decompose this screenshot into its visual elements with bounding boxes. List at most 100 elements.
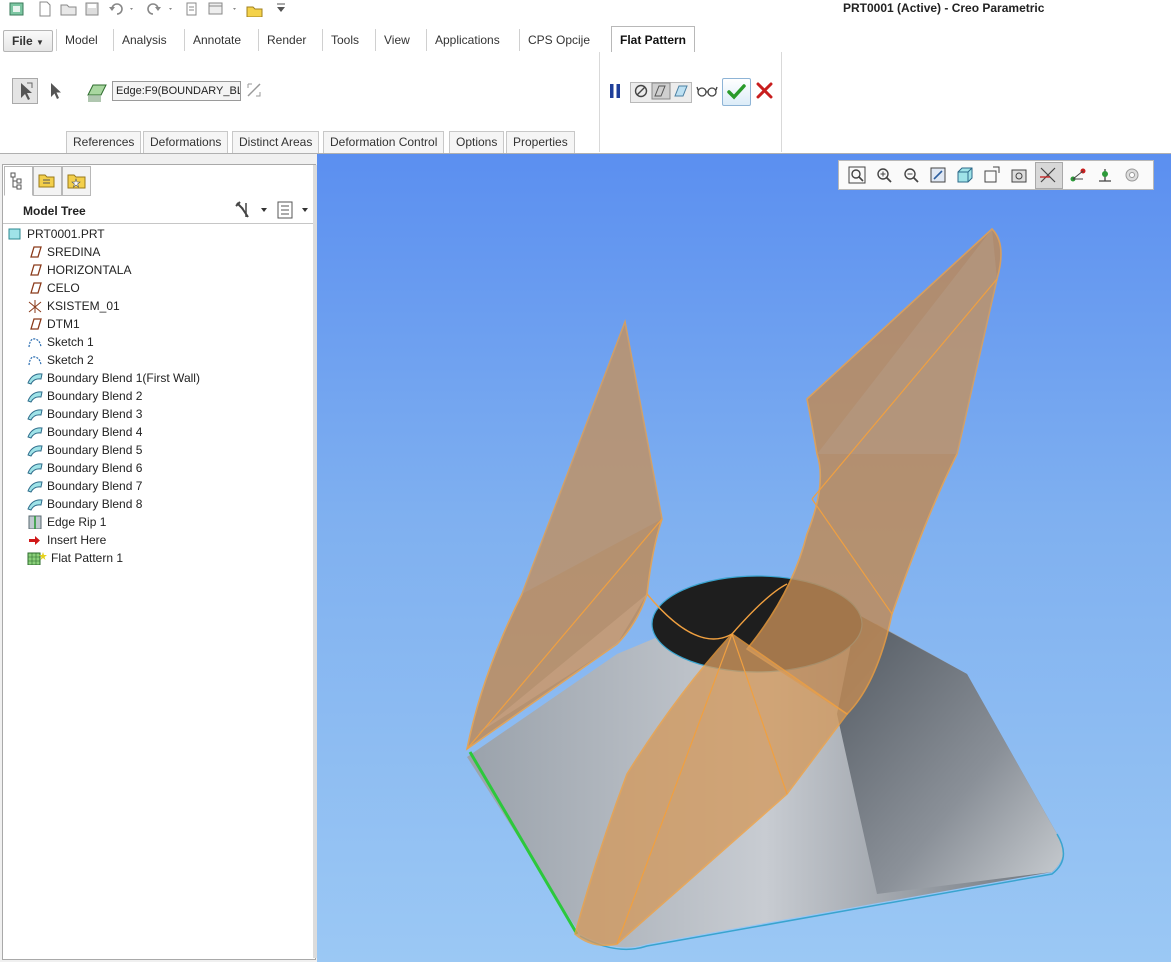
subtab-distinct-areas[interactable]: Distinct Areas	[232, 131, 320, 153]
tab-applications[interactable]: Applications	[426, 29, 508, 51]
model-tree-icon	[10, 172, 22, 190]
tree-item-boundary-blend-3[interactable]: Boundary Blend 3	[27, 405, 142, 423]
redo-icon[interactable]	[144, 1, 174, 17]
tree-item-boundary-blend-5[interactable]: Boundary Blend 5	[27, 441, 142, 459]
tab-model[interactable]: Model	[56, 29, 106, 51]
show-filters-icon[interactable]	[276, 199, 312, 221]
tree-item-label: Boundary Blend 6	[47, 461, 143, 475]
sketch-icon	[28, 338, 42, 347]
zoom-out-icon[interactable]	[901, 165, 921, 185]
tab-view[interactable]: View	[375, 29, 418, 51]
subtab-deformation-control[interactable]: Deformation Control	[323, 131, 445, 153]
flip-direction-icon[interactable]	[244, 80, 266, 102]
tab-annotate[interactable]: Annotate	[184, 29, 249, 51]
tree-item-boundary-blend-2[interactable]: Boundary Blend 2	[27, 387, 142, 405]
tree-item-boundary-blend-6[interactable]: Boundary Blend 6	[27, 459, 142, 477]
tree-item-flat-pattern-1[interactable]: Flat Pattern 1	[27, 549, 123, 567]
tree-item-part[interactable]: PRT0001.PRT	[7, 225, 105, 243]
tree-item-label: CELO	[47, 281, 80, 295]
saved-orientations-icon[interactable]	[982, 165, 1002, 185]
datum-display-filters-icon	[1040, 167, 1056, 183]
title-bar: PRT0001 (Active) - Creo Parametric	[0, 0, 1171, 26]
quick-access-customize-icon[interactable]	[275, 1, 287, 17]
ribbon-separator	[599, 52, 600, 152]
verify-preview-icon[interactable]	[672, 82, 692, 100]
tree-item-edge-rip-1[interactable]: Edge Rip 1	[27, 513, 106, 531]
cancel-x-icon[interactable]	[754, 80, 776, 102]
tab-folder-browser[interactable]	[33, 166, 62, 196]
tab-cps-opcije[interactable]: CPS Opcije	[519, 29, 598, 51]
subtab-deformations[interactable]: Deformations	[143, 131, 229, 153]
tree-item-label: Boundary Blend 8	[47, 497, 143, 511]
tree-item-label: Boundary Blend 3	[47, 407, 143, 421]
undo-icon[interactable]	[108, 1, 136, 17]
app-icon	[9, 2, 24, 16]
tab-render[interactable]: Render	[258, 29, 314, 51]
tree-item-label: DTM1	[47, 317, 80, 331]
save-icon[interactable]	[84, 1, 100, 17]
tree-item-horizontala[interactable]: HORIZONTALA	[27, 261, 131, 279]
windows-icon[interactable]	[207, 1, 241, 17]
geometry-preview-icon[interactable]	[651, 82, 671, 100]
datum-plane-icon	[30, 318, 42, 330]
display-style-icon[interactable]	[955, 165, 975, 185]
checkmark-icon	[727, 84, 746, 100]
tree-item-boundary-blend-1[interactable]: Boundary Blend 1(First Wall)	[27, 369, 200, 387]
subtab-options[interactable]: Options	[449, 131, 505, 153]
tree-item-label: Edge Rip 1	[47, 515, 107, 529]
regenerate-icon[interactable]	[184, 1, 200, 17]
tree-item-sketch-2[interactable]: Sketch 2	[27, 351, 94, 369]
sheetmetal-model-render	[465, 227, 1065, 951]
tree-item-boundary-blend-7[interactable]: Boundary Blend 7	[27, 477, 142, 495]
datum-display-toggle[interactable]	[1035, 162, 1063, 189]
ribbon-separator-right	[781, 52, 782, 152]
tab-tools[interactable]: Tools	[322, 29, 367, 51]
tab-favorites[interactable]	[62, 166, 91, 196]
new-file-icon[interactable]	[37, 1, 53, 17]
insert-here-arrow-icon	[29, 535, 40, 545]
repaint-icon[interactable]	[928, 165, 948, 185]
tree-item-label: SREDINA	[47, 245, 101, 259]
glasses-preview-icon[interactable]	[696, 82, 718, 100]
subtab-properties[interactable]: Properties	[506, 131, 575, 153]
datum-plane-icon	[30, 282, 42, 294]
tree-item-sketch-1[interactable]: Sketch 1	[27, 333, 94, 351]
pause-icon[interactable]	[606, 82, 624, 100]
tree-item-boundary-blend-8[interactable]: Boundary Blend 8	[27, 495, 142, 513]
subtab-references[interactable]: References	[66, 131, 142, 153]
view-manager-icon[interactable]	[1009, 165, 1029, 185]
close-window-icon[interactable]	[246, 1, 264, 17]
appearance-gallery-icon[interactable]	[1122, 165, 1142, 185]
tab-analysis[interactable]: Analysis	[113, 29, 175, 51]
no-preview-icon[interactable]	[632, 82, 650, 100]
tree-item-label: Sketch 1	[47, 335, 94, 349]
tree-item-dtm1[interactable]: DTM1	[27, 315, 80, 333]
open-file-icon[interactable]	[60, 1, 78, 17]
tree-item-insert-here[interactable]: Insert Here	[27, 531, 106, 549]
tree-item-boundary-blend-4[interactable]: Boundary Blend 4	[27, 423, 142, 441]
zoom-in-icon[interactable]	[874, 165, 894, 185]
window-title: PRT0001 (Active) - Creo Parametric	[843, 1, 1045, 15]
tab-model-tree[interactable]	[4, 166, 33, 196]
tree-item-sredina[interactable]: SREDINA	[27, 243, 100, 261]
tree-settings-icon[interactable]	[233, 199, 269, 221]
tree-item-celo[interactable]: CELO	[27, 279, 80, 297]
tab-file[interactable]: File ▼	[3, 30, 53, 52]
boundary-blend-icon	[27, 373, 43, 385]
tree-item-label: Boundary Blend 7	[47, 479, 143, 493]
select-arrow-icon[interactable]	[45, 80, 67, 102]
tree-item-label: PRT0001.PRT	[27, 227, 105, 241]
fixed-geometry-icon[interactable]	[12, 78, 38, 104]
apply-button[interactable]	[722, 78, 751, 106]
edge-reference-field[interactable]: Edge:F9(BOUNDARY_BL	[112, 81, 241, 101]
chevron-down-icon: ▼	[36, 38, 44, 47]
tree-item-label: Sketch 2	[47, 353, 94, 367]
annotation-display-icon[interactable]	[1095, 165, 1115, 185]
datum-plane-icon	[30, 264, 42, 276]
tree-item-ksistem[interactable]: KSISTEM_01	[27, 297, 120, 315]
graphics-viewport[interactable]	[317, 154, 1171, 962]
spin-center-icon[interactable]	[1068, 165, 1088, 185]
tab-flat-pattern[interactable]: Flat Pattern	[611, 26, 696, 54]
model-tree-divider	[3, 223, 314, 224]
refit-icon[interactable]	[847, 165, 867, 185]
